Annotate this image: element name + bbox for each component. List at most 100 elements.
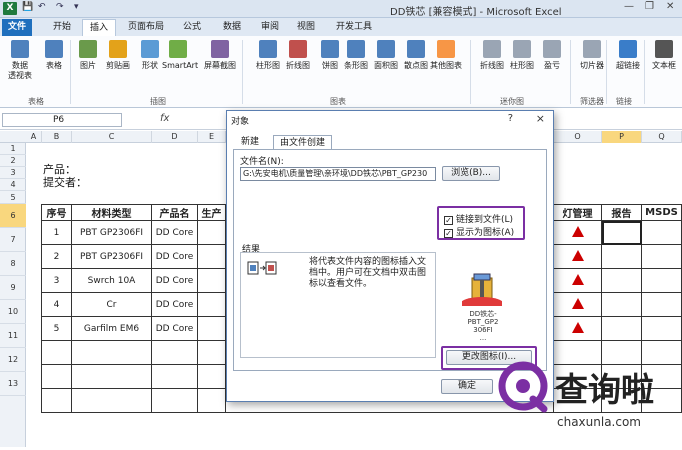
- cell[interactable]: [71, 364, 152, 389]
- header-cell[interactable]: MSDS: [641, 204, 682, 221]
- column-header[interactable]: C: [72, 131, 152, 143]
- tab-view[interactable]: 视图: [290, 19, 322, 36]
- header-cell[interactable]: 灯管理: [553, 204, 602, 221]
- help-icon[interactable]: ?: [508, 113, 513, 124]
- display-as-icon-checkbox[interactable]: ✓ 显示为图标(A): [444, 225, 514, 238]
- ribbon-button[interactable]: 柱形图: [506, 40, 538, 71]
- cell[interactable]: [601, 244, 642, 269]
- browse-button[interactable]: 浏览(B)...: [442, 166, 500, 181]
- cell[interactable]: [41, 340, 72, 365]
- cell[interactable]: [641, 220, 682, 245]
- ribbon-button[interactable]: 柱形图: [252, 40, 284, 71]
- row-number-cell[interactable]: 5: [41, 316, 72, 341]
- header-cell[interactable]: 材料类型: [71, 204, 152, 221]
- row-header[interactable]: 13: [0, 372, 26, 396]
- cell[interactable]: [641, 292, 682, 317]
- row-header[interactable]: 7: [0, 228, 26, 252]
- row-number-cell[interactable]: 4: [41, 292, 72, 317]
- column-header[interactable]: O: [554, 131, 602, 143]
- cell[interactable]: [41, 364, 72, 389]
- product-cell[interactable]: DD Core: [151, 316, 198, 341]
- header-cell[interactable]: 产品名: [151, 204, 198, 221]
- close-dialog-icon[interactable]: ×: [536, 112, 545, 125]
- row-header[interactable]: 8: [0, 252, 26, 276]
- tab-create-from-file[interactable]: 由文件创建: [273, 135, 333, 150]
- material-cell[interactable]: PBT GP2306FI: [71, 220, 152, 245]
- ribbon-button[interactable]: 超链接: [612, 40, 644, 71]
- name-box[interactable]: P6: [2, 113, 122, 127]
- ribbon-button[interactable]: 盈亏: [536, 40, 568, 71]
- header-cell[interactable]: 生产: [197, 204, 226, 221]
- row-header[interactable]: 5: [0, 191, 26, 204]
- cell[interactable]: [601, 316, 642, 341]
- insert-function-icon[interactable]: fx: [160, 113, 169, 124]
- tab-create-new[interactable]: 新建: [235, 135, 265, 150]
- restore-icon[interactable]: ❐: [645, 1, 654, 12]
- column-header[interactable]: E: [198, 131, 226, 143]
- row-header[interactable]: 9: [0, 276, 26, 300]
- column-header[interactable]: Q: [642, 131, 682, 143]
- row-header[interactable]: 1: [0, 143, 26, 155]
- cell[interactable]: [151, 340, 198, 365]
- material-cell[interactable]: Garfilm EM6: [71, 316, 152, 341]
- cell[interactable]: [641, 268, 682, 293]
- cell[interactable]: [71, 388, 152, 413]
- ribbon-button[interactable]: SmartArt: [162, 40, 198, 71]
- row-header[interactable]: 11: [0, 324, 26, 348]
- product-cell[interactable]: DD Core: [151, 268, 198, 293]
- material-cell[interactable]: PBT GP2306FI: [71, 244, 152, 269]
- cell[interactable]: [151, 364, 198, 389]
- tab-file[interactable]: 文件: [2, 19, 32, 36]
- cell[interactable]: [197, 340, 226, 365]
- cell[interactable]: [71, 340, 152, 365]
- row-header[interactable]: 12: [0, 348, 26, 372]
- link-to-file-checkbox[interactable]: ✓ 链接到文件(L): [444, 212, 513, 225]
- header-cell[interactable]: 序号: [41, 204, 72, 221]
- material-cell[interactable]: Cr: [71, 292, 152, 317]
- tab-review[interactable]: 审阅: [254, 19, 286, 36]
- ribbon-button[interactable]: 剪贴画: [102, 40, 134, 71]
- row-header[interactable]: 2: [0, 155, 26, 167]
- header-cell[interactable]: 报告: [601, 204, 642, 221]
- column-header-selected[interactable]: P: [602, 131, 642, 143]
- ribbon-button[interactable]: 数据 透视表: [4, 40, 36, 81]
- undo-icon[interactable]: ↶: [38, 2, 46, 12]
- ribbon-button[interactable]: 文本框: [648, 40, 680, 71]
- tab-page-layout[interactable]: 页面布局: [120, 19, 172, 36]
- product-cell[interactable]: DD Core: [151, 220, 198, 245]
- redo-icon[interactable]: ↷: [56, 2, 64, 12]
- customize-qat-icon[interactable]: ▾: [74, 2, 79, 12]
- product-cell[interactable]: DD Core: [151, 292, 198, 317]
- tab-formulas[interactable]: 公式: [176, 19, 208, 36]
- tab-developer[interactable]: 开发工具: [330, 19, 378, 36]
- ribbon-button[interactable]: 面积图: [370, 40, 402, 71]
- cell[interactable]: [641, 316, 682, 341]
- cell[interactable]: [197, 316, 226, 341]
- row-number-cell[interactable]: 3: [41, 268, 72, 293]
- tab-data[interactable]: 数据: [216, 19, 248, 36]
- cell[interactable]: [41, 388, 72, 413]
- cell[interactable]: [601, 292, 642, 317]
- ribbon-button[interactable]: 切片器: [576, 40, 608, 71]
- row-header[interactable]: 4: [0, 179, 26, 191]
- filename-field[interactable]: G:\先安电机\质量管理\亲环境\DD铁芯\PBT_GP230: [240, 167, 436, 181]
- cell[interactable]: [151, 388, 198, 413]
- material-cell[interactable]: Swrch 10A: [71, 268, 152, 293]
- ribbon-button[interactable]: 屏幕截图: [204, 40, 236, 71]
- column-header[interactable]: A: [26, 131, 42, 143]
- row-header[interactable]: 3: [0, 167, 26, 179]
- cell[interactable]: [197, 220, 226, 245]
- minimize-icon[interactable]: —: [624, 1, 634, 12]
- ok-button[interactable]: 确定: [441, 379, 493, 394]
- product-cell[interactable]: DD Core: [151, 244, 198, 269]
- ribbon-button[interactable]: 其他图表: [430, 40, 462, 71]
- close-window-icon[interactable]: ✕: [666, 1, 674, 12]
- ribbon-button[interactable]: 散点图: [400, 40, 432, 71]
- cell[interactable]: [601, 268, 642, 293]
- ribbon-button[interactable]: 表格: [38, 40, 70, 71]
- cell[interactable]: [641, 244, 682, 269]
- cell[interactable]: [197, 292, 226, 317]
- cell[interactable]: [197, 244, 226, 269]
- cell[interactable]: [197, 388, 226, 413]
- tab-insert[interactable]: 插入: [82, 19, 116, 36]
